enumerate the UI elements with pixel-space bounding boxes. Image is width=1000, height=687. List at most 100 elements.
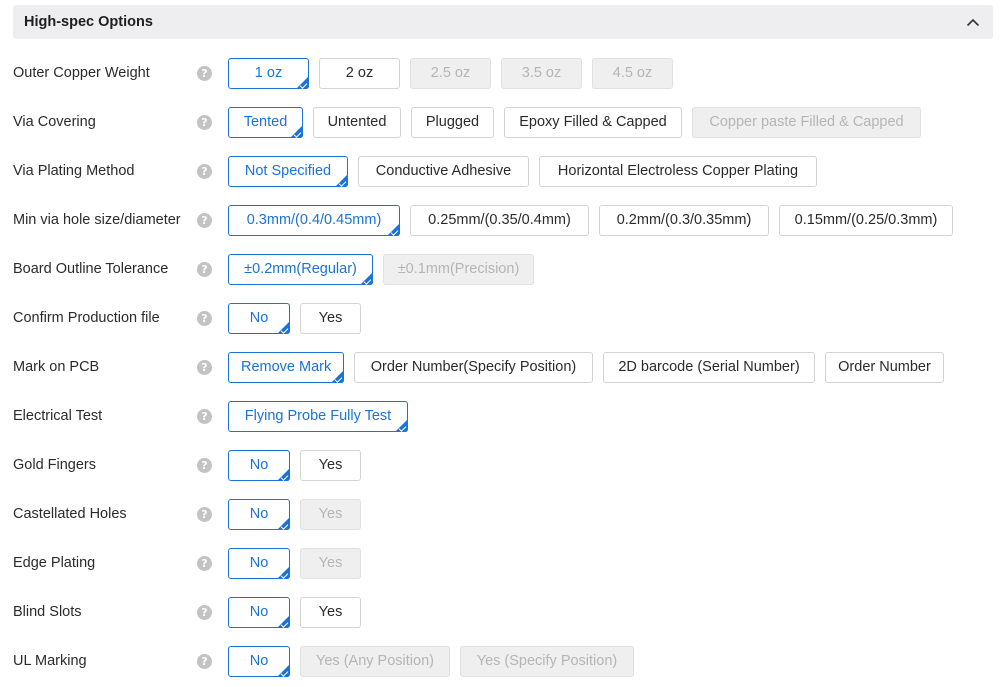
option-row-via-covering: Via Covering? Tented Untented Plugged Epoxy … [13,107,998,138]
option-button-yes[interactable]: Yes [300,450,361,481]
option-label: Yes [318,604,343,620]
option-label: Yes [318,555,343,571]
option-row-mark-on-pcb: Mark on PCB? Remove Mark Order Number(Spec… [13,352,998,383]
question-circle-icon[interactable]: ? [197,605,212,620]
question-circle-icon[interactable]: ? [197,409,212,424]
option-button-no[interactable]: No [228,597,290,628]
option-button-0-2mm-regular[interactable]: ±0.2mm(Regular) [228,254,373,285]
option-button-untented[interactable]: Untented [313,107,401,138]
option-label: 2.5 oz [430,65,471,81]
option-label: 0.3mm/(0.4/0.45mm) [246,212,382,228]
question-circle-icon[interactable]: ? [197,262,212,277]
option-group: 0.3mm/(0.4/0.45mm) 0.25mm/(0.35/0.4mm) 0.2… [228,205,953,236]
row-label: Electrical Test [13,408,103,424]
option-button-no[interactable]: No [228,548,290,579]
row-label: Via Covering [13,114,96,130]
check-icon [299,81,308,89]
option-button-yes-specify-position: Yes (Specify Position) [460,646,634,677]
check-icon [293,130,302,138]
option-label: Order Number [838,359,931,375]
option-button-order-number-specify-position[interactable]: Order Number(Specify Position) [354,352,593,383]
option-button-yes-any-position: Yes (Any Position) [300,646,450,677]
row-label: Mark on PCB [13,359,100,375]
option-button-3-5-oz: 3.5 oz [501,58,582,89]
question-circle-icon[interactable]: ? [197,507,212,522]
option-button-2d-barcode-serial-number[interactable]: 2D barcode (Serial Number) [603,352,815,383]
option-group: Flying Probe Fully Test [228,401,408,432]
question-circle-icon[interactable]: ? [197,66,212,81]
check-icon [363,277,372,285]
question-circle-icon[interactable]: ? [197,115,212,130]
option-row-edge-plating: Edge Plating? No Yes [13,548,998,579]
chevron-up-icon[interactable] [965,14,981,30]
option-button-horizontal-electroless-copper-plating[interactable]: Horizontal Electroless Copper Plating [539,156,817,187]
option-button-copper-paste-filled-capped: Copper paste Filled & Capped [692,107,921,138]
option-button-no[interactable]: No [228,303,290,334]
option-button-0-15mm-0-25-0-3mm[interactable]: 0.15mm/(0.25/0.3mm) [779,205,953,236]
option-label: 2 oz [345,65,374,81]
option-label: 0.25mm/(0.35/0.4mm) [428,212,571,228]
row-label: Confirm Production file [13,310,160,326]
option-button-no[interactable]: No [228,450,290,481]
question-circle-icon[interactable]: ? [197,164,212,179]
option-button-1-oz[interactable]: 1 oz [228,58,309,89]
option-label: Plugged [425,114,480,130]
option-button-0-3mm-0-4-0-45mm[interactable]: 0.3mm/(0.4/0.45mm) [228,205,400,236]
question-circle-icon[interactable]: ? [197,458,212,473]
option-label: Epoxy Filled & Capped [519,114,667,130]
check-icon [398,424,407,432]
option-label: 3.5 oz [521,65,562,81]
option-button-conductive-adhesive[interactable]: Conductive Adhesive [358,156,529,187]
option-group: Tented Untented Plugged Epoxy Filled & Capp… [228,107,921,138]
option-group: Not Specified Conductive Adhesive Horizont… [228,156,817,187]
option-button-epoxy-filled-capped[interactable]: Epoxy Filled & Capped [504,107,682,138]
row-label: Min via hole size/diameter [13,212,181,228]
option-label: Remove Mark [241,359,332,375]
option-button-plugged[interactable]: Plugged [411,107,494,138]
option-label: 0.2mm/(0.3/0.35mm) [616,212,752,228]
option-button-no[interactable]: No [228,499,290,530]
row-label: Gold Fingers [13,457,97,473]
panel-header[interactable]: High-spec Options [13,5,993,39]
option-row-castellated-holes: Castellated Holes? No Yes [13,499,998,530]
option-row-ul-marking: UL Marking? No Yes (Any Position) Yes (Spec… [13,646,998,677]
option-label: 1 oz [254,65,283,81]
question-circle-icon[interactable]: ? [197,311,212,326]
option-group: ±0.2mm(Regular) ±0.1mm(Precision) [228,254,534,285]
option-label: Tented [243,114,288,130]
option-button-remove-mark[interactable]: Remove Mark [228,352,344,383]
option-button-yes[interactable]: Yes [300,597,361,628]
option-row-min-via-hole-size-diameter: Min via hole size/diameter? 0.3mm/(0.4/0.… [13,205,998,236]
option-group: No Yes [228,450,361,481]
option-button-0-25mm-0-35-0-4mm[interactable]: 0.25mm/(0.35/0.4mm) [410,205,589,236]
option-label: ±0.2mm(Regular) [244,261,357,277]
option-group: 1 oz 2 oz 2.5 oz 3.5 oz 4.5 oz [228,58,673,89]
option-button-order-number[interactable]: Order Number [825,352,944,383]
option-label: Yes [318,310,343,326]
question-circle-icon[interactable]: ? [197,556,212,571]
option-button-2-oz[interactable]: 2 oz [319,58,400,89]
option-button-flying-probe-fully-test[interactable]: Flying Probe Fully Test [228,401,408,432]
option-label: ±0.1mm(Precision) [397,261,520,277]
option-group: No Yes [228,499,361,530]
option-row-gold-fingers: Gold Fingers? No Yes [13,450,998,481]
option-label: Yes (Specify Position) [476,653,618,669]
option-label: Conductive Adhesive [375,163,512,179]
check-icon [280,522,289,530]
check-icon [280,571,289,579]
option-button-not-specified[interactable]: Not Specified [228,156,348,187]
option-button-no[interactable]: No [228,646,290,677]
option-button-0-2mm-0-3-0-35mm[interactable]: 0.2mm/(0.3/0.35mm) [599,205,769,236]
question-circle-icon[interactable]: ? [197,654,212,669]
option-label: No [249,506,269,522]
question-circle-icon[interactable]: ? [197,213,212,228]
check-icon [280,620,289,628]
option-button-yes[interactable]: Yes [300,303,361,334]
option-button-2-5-oz: 2.5 oz [410,58,491,89]
option-button-tented[interactable]: Tented [228,107,303,138]
option-label: No [249,457,269,473]
check-icon [390,228,399,236]
option-group: No Yes [228,597,361,628]
option-group: No Yes [228,303,361,334]
question-circle-icon[interactable]: ? [197,360,212,375]
